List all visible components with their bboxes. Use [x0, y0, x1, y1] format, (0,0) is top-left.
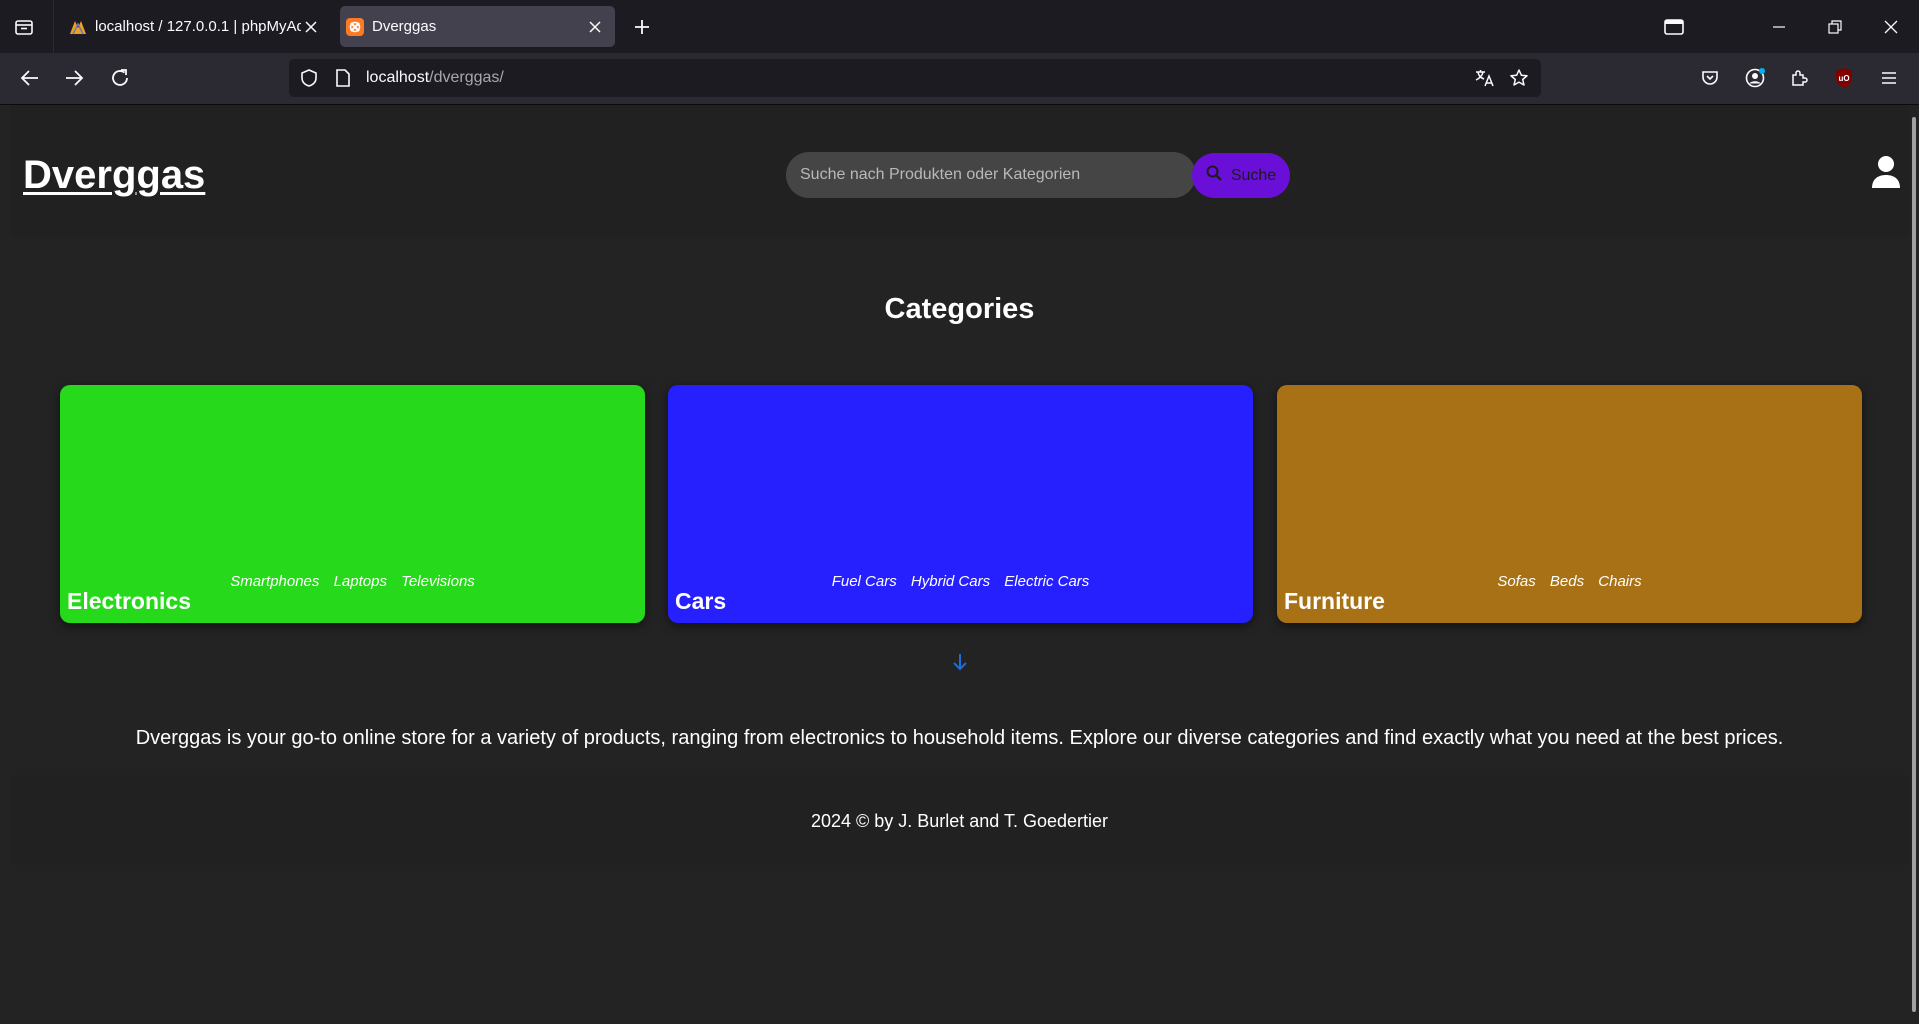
pocket-icon[interactable]	[1697, 65, 1723, 91]
restore-icon[interactable]	[1807, 0, 1863, 53]
address-bar[interactable]: localhost/dverggas/	[289, 59, 1541, 97]
site-footer: 2024 © by J. Burlet and T. Goedertier	[10, 775, 1909, 865]
close-window-icon[interactable]	[1863, 0, 1919, 53]
category-card-furniture[interactable]: Sofas Beds Chairs Furniture	[1277, 385, 1862, 623]
forward-icon[interactable]	[61, 65, 87, 91]
phpmyadmin-favicon-icon	[69, 18, 87, 36]
url-text[interactable]: localhost/dverggas/	[366, 69, 504, 87]
menu-icon[interactable]	[1876, 65, 1902, 91]
copyright-text: 2024 © by J. Burlet and T. Goedertier	[810, 811, 1109, 831]
bookmark-star-icon[interactable]	[1509, 68, 1529, 93]
site-header: Dverggas Suche	[10, 105, 1909, 237]
web-page: Dverggas Suche Categories Smartphones La…	[0, 105, 1919, 1024]
page-icon[interactable]	[334, 68, 352, 93]
subcategory-link[interactable]: Smartphones	[230, 573, 319, 590]
scrollbar-thumb[interactable]	[1912, 117, 1916, 1012]
subcategory-link[interactable]: Sofas	[1497, 573, 1535, 590]
page-scrollbar[interactable]	[1909, 105, 1919, 1024]
subcategory-link[interactable]: Laptops	[334, 573, 387, 590]
subcategory-link[interactable]: Hybrid Cars	[911, 573, 990, 590]
url-path: /dverggas/	[429, 69, 504, 86]
user-account-icon[interactable]	[1870, 155, 1902, 189]
tab-phpmyadmin[interactable]: localhost / 127.0.0.1 | phpMyAdmin	[63, 6, 331, 47]
back-icon[interactable]	[17, 65, 43, 91]
reload-icon[interactable]	[107, 65, 133, 91]
subcategory-link[interactable]: Televisions	[401, 573, 475, 590]
tab-title: Dverggas	[372, 18, 437, 35]
new-tab-icon[interactable]	[630, 15, 654, 39]
close-tab-icon[interactable]	[585, 17, 605, 37]
account-icon[interactable]	[1742, 65, 1768, 91]
subcategory-link[interactable]: Beds	[1550, 573, 1584, 590]
subcategory-link[interactable]: Chairs	[1598, 573, 1641, 590]
browser-tab-bar: localhost / 127.0.0.1 | phpMyAdmin Dverg…	[0, 0, 1919, 53]
url-host: localhost	[366, 69, 430, 86]
subcategory-list: Fuel Cars Hybrid Cars Electric Cars	[668, 573, 1253, 590]
tab-dverggas[interactable]: Dverggas	[340, 6, 615, 47]
extensions-icon[interactable]	[1786, 65, 1812, 91]
minimize-icon[interactable]	[1751, 0, 1807, 53]
category-name: Furniture	[1284, 588, 1385, 614]
shield-icon[interactable]	[299, 68, 319, 93]
category-name: Electronics	[67, 588, 191, 614]
window-controls	[1751, 0, 1919, 53]
search-icon	[1206, 165, 1222, 186]
search-button-label: Suche	[1230, 166, 1277, 184]
subcategory-link[interactable]: Fuel Cars	[832, 573, 897, 590]
site-logo-link[interactable]: Dverggas	[23, 153, 205, 198]
translate-icon[interactable]	[1474, 68, 1496, 93]
search-button[interactable]: Suche	[1192, 153, 1290, 198]
browser-toolbar: localhost/dverggas/ uO	[0, 53, 1919, 104]
xampp-favicon-icon	[346, 17, 364, 36]
ublock-origin-icon[interactable]: uO	[1831, 65, 1857, 91]
tab-view-icon[interactable]	[1662, 15, 1686, 39]
section-title: Categories	[884, 293, 1035, 325]
tab-list-icon[interactable]	[13, 16, 35, 38]
subcategory-link[interactable]: Electric Cars	[1004, 573, 1089, 590]
svg-text:uO: uO	[1838, 74, 1849, 83]
tab-title: localhost / 127.0.0.1 | phpMyAdmin	[95, 18, 301, 35]
search-input[interactable]	[786, 152, 1196, 198]
category-name: Cars	[675, 588, 727, 614]
category-card-electronics[interactable]: Smartphones Laptops Televisions Electron…	[60, 385, 645, 623]
category-card-cars[interactable]: Fuel Cars Hybrid Cars Electric Cars Cars	[668, 385, 1253, 623]
close-tab-icon[interactable]	[301, 17, 321, 37]
about-text: Dverggas is your go-to online store for …	[135, 727, 1784, 749]
arrow-down-icon[interactable]	[949, 651, 971, 673]
tab-separator	[53, 0, 54, 53]
